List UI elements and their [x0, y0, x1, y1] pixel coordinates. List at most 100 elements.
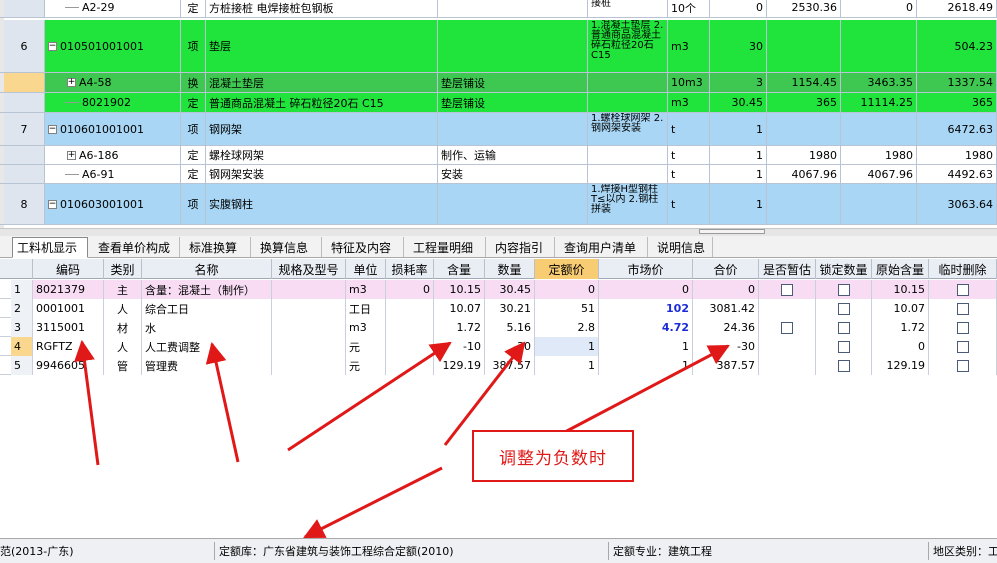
quota-row[interactable]: 8 −010603001001 项实腹钢柱 1.焊接H型钢柱 T≤以内 2.钢柱拼装 t…: [0, 184, 997, 225]
header-quota[interactable]: 定额价: [535, 259, 599, 279]
quota-text-unit: t: [671, 197, 676, 211]
material-cell-lock[interactable]: [816, 337, 872, 356]
quota-row[interactable]: + A4-58 换混凝土垫层 垫层铺设 10m3 3 1154.45 3463.35 1337.…: [0, 73, 997, 93]
tab-1[interactable]: 查看单价构成: [94, 237, 180, 257]
tab-0[interactable]: 工料机显示: [12, 237, 88, 258]
splitter-grip[interactable]: [699, 229, 765, 234]
tab-6[interactable]: 内容指引: [491, 237, 555, 257]
material-cell-lock[interactable]: [816, 318, 872, 337]
tab-4[interactable]: 特征及内容: [327, 237, 404, 257]
material-grid: 编码 类别 名称 规格及型号 单位 损耗率 含量 数量 定额价 市场价 合价 是否暂估 锁定数量 原始含量…: [0, 259, 997, 536]
collapse-icon[interactable]: −: [48, 199, 57, 209]
header-loss[interactable]: 损耗率: [386, 259, 434, 279]
tab-3[interactable]: 换算信息: [256, 237, 322, 257]
material-cell-code: 0001001: [33, 299, 104, 318]
header-lock[interactable]: 锁定数量: [816, 259, 872, 279]
header-code[interactable]: 编码: [33, 259, 104, 279]
quota-row[interactable]: A6-91 定钢网架安装 安装 t 1 4067.96 4067.96 4492.63: [0, 165, 997, 184]
header-name[interactable]: 名称: [142, 259, 272, 279]
material-cell-del[interactable]: [929, 299, 997, 318]
material-cell-est[interactable]: [759, 280, 816, 299]
material-row[interactable]: 2 0001001 人 综合工日 工日 10.07 30.21 51 102 3081.42 10.…: [0, 299, 997, 318]
material-row[interactable]: 4 RGFTZ 人 人工费调整 元 -10 -30 1 1 -30 0: [0, 337, 997, 356]
material-cell-qty: 30.45: [485, 280, 535, 299]
checkbox-icon[interactable]: [781, 321, 793, 334]
material-cell-lock[interactable]: [816, 299, 872, 318]
quota-cell-num: 7: [4, 113, 45, 145]
material-row[interactable]: 1 8021379 主 含量：混凝土（制作） m3 0 10.15 30.45 0 0 0 10.15: [0, 280, 997, 299]
pane-splitter[interactable]: [0, 228, 997, 236]
checkbox-icon[interactable]: [837, 321, 850, 334]
material-row[interactable]: 5 9946605 管 管理费 元 129.19 387.57 1 1 387.57 129.19: [0, 356, 997, 375]
tab-7[interactable]: 查询用户清单: [560, 237, 648, 257]
tab-2[interactable]: 标准换算: [185, 237, 251, 257]
quota-cell-code: A2-29: [45, 0, 181, 17]
quota-text-last: 365: [972, 96, 993, 109]
header-cat[interactable]: 类别: [104, 259, 142, 279]
material-cell-del[interactable]: [929, 318, 997, 337]
checkbox-icon[interactable]: [837, 302, 850, 315]
tab-5[interactable]: 工程量明细: [409, 237, 486, 257]
tab-8[interactable]: 说明信息: [653, 237, 713, 257]
header-unit[interactable]: 单位: [346, 259, 386, 279]
quota-cell-total: [841, 20, 917, 72]
material-text-cat: 人: [117, 340, 128, 354]
material-cell-lock[interactable]: [816, 280, 872, 299]
checkbox-icon[interactable]: [837, 340, 850, 353]
collapse-icon[interactable]: −: [48, 41, 57, 51]
quota-cell-feature: [438, 113, 588, 145]
material-cell-lock[interactable]: [816, 356, 872, 375]
expand-icon[interactable]: +: [67, 150, 76, 160]
quota-row[interactable]: 8021902 定普通商品混凝土 碎石粒径20石 C15 垫层铺设 m3 30.45 36…: [0, 93, 997, 113]
material-row[interactable]: 3 3115001 材 水 m3 1.72 5.16 2.8 4.72 24.36 1.72: [0, 318, 997, 337]
header-market[interactable]: 市场价: [599, 259, 693, 279]
material-cell-qty: 387.57: [485, 356, 535, 375]
material-text-code: 8021379: [36, 283, 85, 296]
checkbox-icon[interactable]: [781, 283, 793, 296]
quota-row[interactable]: + A6-186 定螺栓球网架 制作、运输 t 1 1980 1980 1980: [0, 146, 997, 165]
header-content[interactable]: 含量: [434, 259, 485, 279]
checkbox-icon[interactable]: [956, 283, 969, 296]
quota-cell-total: 1980: [841, 146, 917, 164]
material-text-total: 24.36: [723, 321, 756, 334]
material-cell-del[interactable]: [929, 356, 997, 375]
quota-row[interactable]: A2-29 定方桩接桩 电焊接桩包钢板 接桩 10个 0 2530.36 0 2618.49: [0, 0, 997, 18]
checkbox-icon[interactable]: [956, 321, 969, 334]
material-cell-del[interactable]: [929, 337, 997, 356]
checkbox-icon[interactable]: [956, 302, 969, 315]
quota-row[interactable]: 7 −010601001001 项钢网架 1.螺栓球网架 2.钢网架安装 t 1 6472.…: [0, 113, 997, 146]
material-cell-est[interactable]: [759, 318, 816, 337]
checkbox-icon[interactable]: [956, 340, 969, 353]
checkbox-icon[interactable]: [837, 283, 850, 296]
header-n[interactable]: [11, 259, 33, 279]
material-cell-est[interactable]: [759, 356, 816, 375]
quota-cell-last: 4492.63: [917, 165, 997, 183]
checkbox-icon[interactable]: [837, 359, 850, 372]
header-del[interactable]: 临时删除: [929, 259, 997, 279]
material-text-name: 水: [145, 321, 156, 335]
quota-text-name: 钢网架安装: [209, 168, 264, 181]
expand-icon[interactable]: +: [67, 78, 76, 87]
material-text-qty: 387.57: [492, 359, 532, 372]
header-orig[interactable]: 原始含量: [872, 259, 929, 279]
status-quota-major: 定额专业：建筑工程: [608, 542, 928, 560]
quota-cell-unit: 10个: [668, 0, 710, 17]
header-total[interactable]: 合价: [693, 259, 759, 279]
material-cell-est[interactable]: [759, 299, 816, 318]
material-cell-content: 1.72: [434, 318, 485, 337]
material-cell-name: 综合工日: [142, 299, 272, 318]
header-est[interactable]: 是否暂估: [759, 259, 816, 279]
quota-row[interactable]: 6 −010501001001 项垫层 1.混凝土垫层 2.普通商品混凝土 碎石粒径2…: [0, 20, 997, 73]
quota-cell-unit: t: [668, 184, 710, 224]
material-text-qty: 5.16: [506, 321, 532, 334]
collapse-icon[interactable]: −: [48, 124, 57, 134]
quota-text-num: 6: [20, 39, 28, 53]
quota-text-last: 3063.64: [947, 197, 994, 211]
header-qty[interactable]: 数量: [485, 259, 535, 279]
header-spec[interactable]: 规格及型号: [272, 259, 346, 279]
checkbox-icon[interactable]: [956, 359, 969, 372]
quota-text-feature: 安装: [441, 168, 463, 181]
material-text-code: 0001001: [36, 302, 85, 315]
material-cell-est[interactable]: [759, 337, 816, 356]
material-cell-del[interactable]: [929, 280, 997, 299]
